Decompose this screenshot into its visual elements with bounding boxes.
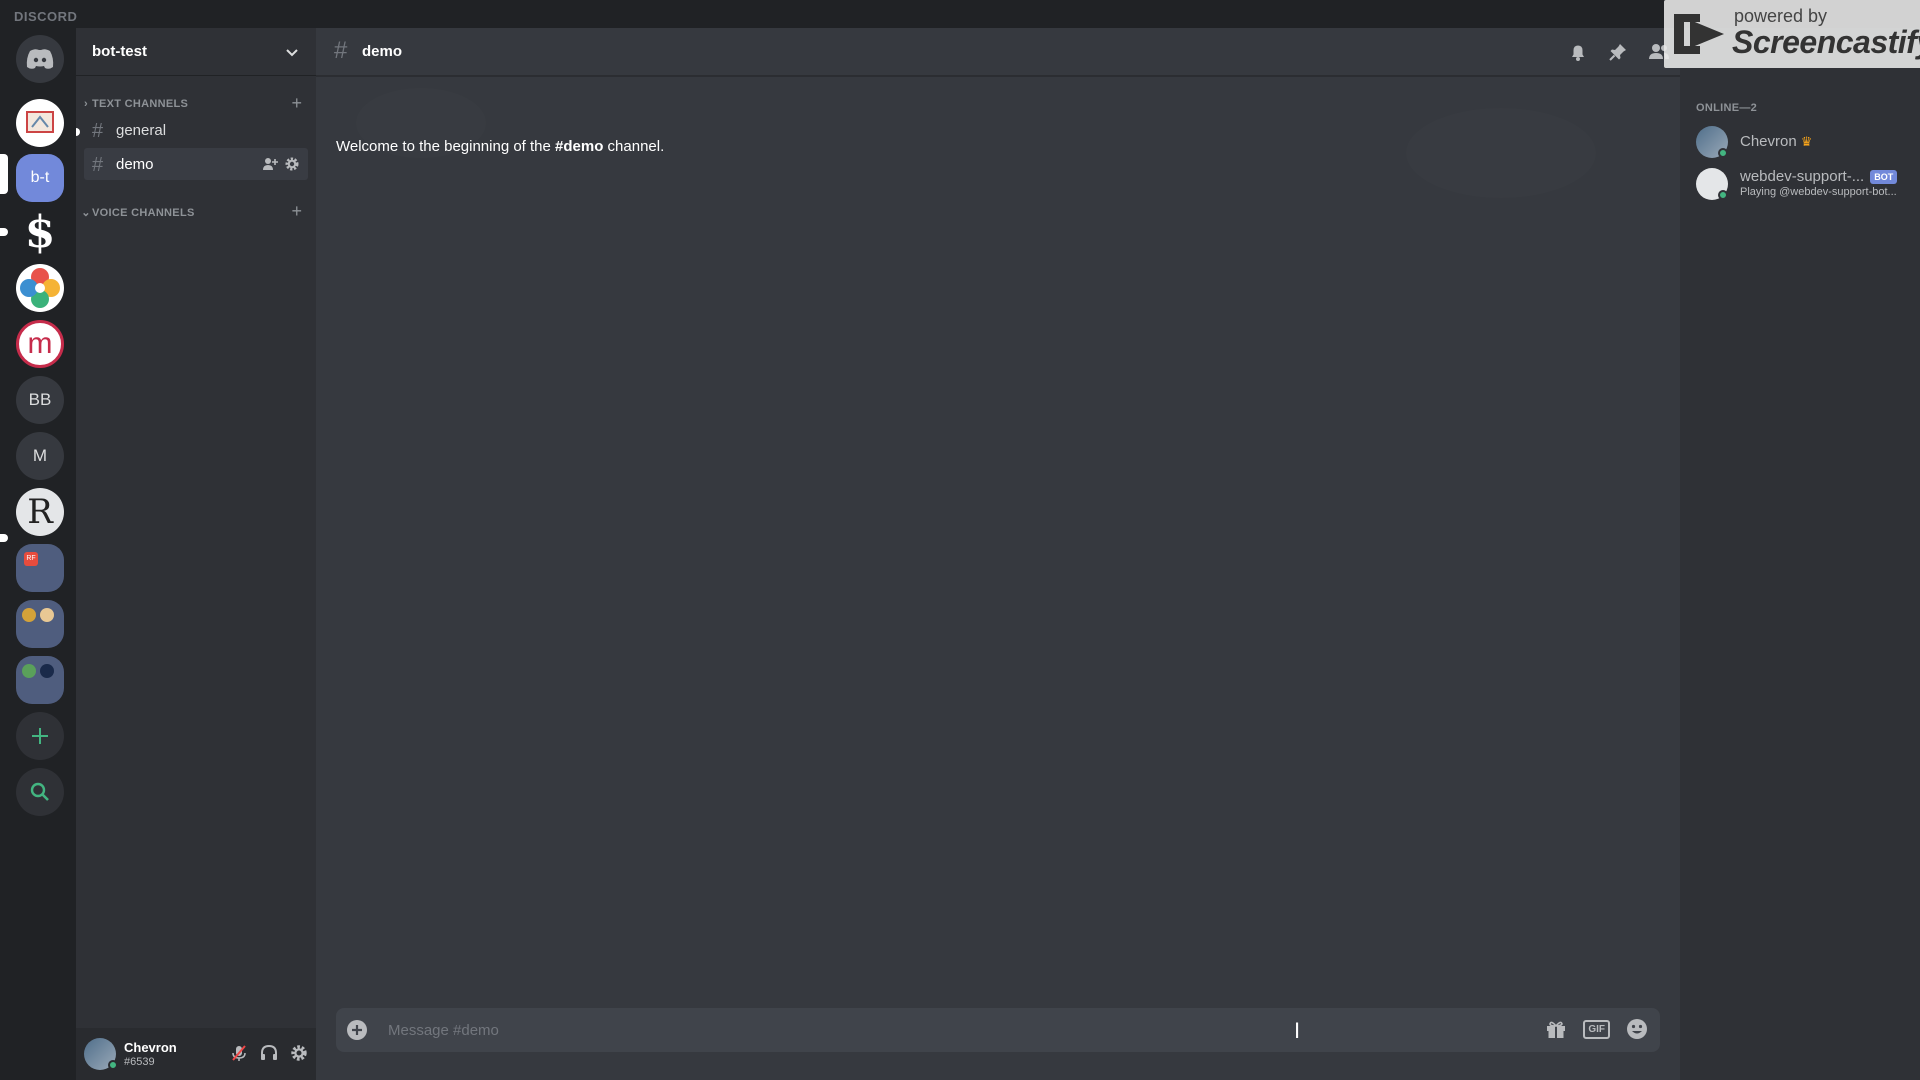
add-server-button[interactable] — [16, 712, 64, 760]
welcome-channel-mention: #demo — [555, 138, 604, 155]
title-bar: DISCORD — [6, 0, 1920, 28]
server-bb[interactable]: BB — [16, 376, 64, 424]
pin-icon[interactable] — [1608, 42, 1628, 62]
user-panel: Chevron #6539 — [76, 1028, 316, 1080]
folder-server-rf: RF — [24, 552, 38, 566]
server-unread-pill-2 — [0, 534, 8, 542]
hash-icon: # — [92, 154, 104, 176]
hash-icon: # — [334, 37, 348, 64]
discord-logo-icon — [26, 49, 54, 69]
search-icon — [30, 782, 49, 801]
text-cursor-icon: I — [1294, 1018, 1301, 1043]
category-text-channels[interactable]: › TEXT CHANNELS — [80, 98, 188, 110]
channel-sidebar: bot-test › TEXT CHANNELS + # general # de… — [76, 28, 316, 1080]
category-label: VOICE CHANNELS — [92, 207, 195, 219]
emoji-icon[interactable] — [1626, 1018, 1648, 1040]
user-name: Chevron — [124, 1040, 177, 1055]
chat-area: # demo Welcome to the beginning of the #… — [316, 28, 1680, 1080]
member-item[interactable]: webdev-support-... BOT Playing @webdev-su… — [1688, 162, 1912, 206]
server-rail: b-t $ m BB M R RF — [0, 28, 82, 1080]
user-settings-gear-icon[interactable] — [290, 1044, 308, 1062]
chevron-down-icon — [286, 49, 298, 57]
server-folder-3[interactable] — [16, 656, 64, 704]
chat-header: # demo — [316, 28, 1680, 76]
watermark-brand-text: Screencastify — [1732, 24, 1920, 60]
server-folder-1[interactable]: RF — [16, 544, 64, 592]
member-name: Chevron ♛ — [1740, 133, 1812, 150]
gear-icon[interactable] — [284, 156, 300, 172]
gif-button[interactable]: GIF — [1583, 1019, 1610, 1039]
headphones-icon[interactable] — [260, 1044, 278, 1062]
create-voice-channel-button[interactable]: + — [291, 202, 302, 220]
channel-label: demo — [116, 156, 154, 173]
server-bot-test[interactable]: b-t — [16, 154, 64, 202]
server-dollar[interactable]: $ — [16, 207, 64, 258]
server-image-icon — [26, 111, 54, 133]
bell-icon[interactable] — [1568, 42, 1588, 62]
pinwheel-icon — [19, 267, 61, 309]
channel-general[interactable]: # general — [84, 114, 308, 146]
member-name-text: webdev-support-... — [1740, 168, 1865, 185]
bot-badge: BOT — [1870, 170, 1898, 185]
server-m-logo[interactable]: m — [16, 320, 64, 368]
member-name: webdev-support-... BOT — [1740, 168, 1898, 185]
welcome-decoration — [1406, 108, 1596, 198]
category-label: TEXT CHANNELS — [92, 98, 189, 110]
guild-name: bot-test — [92, 43, 147, 60]
folder-server-thumb — [40, 608, 54, 622]
message-composer: GIF — [336, 1008, 1660, 1052]
welcome-text: Welcome to the beginning of the — [336, 138, 556, 155]
app-brand: DISCORD — [14, 9, 78, 24]
member-item[interactable]: Chevron ♛ — [1688, 120, 1912, 164]
server-pinwheel[interactable] — [16, 264, 64, 312]
hash-icon: # — [92, 120, 104, 142]
upload-plus-icon[interactable] — [346, 1019, 368, 1041]
message-input[interactable] — [388, 1008, 1488, 1052]
unread-indicator — [76, 128, 80, 136]
server-r-logo[interactable]: R — [16, 488, 64, 536]
create-text-channel-button[interactable]: + — [291, 94, 302, 112]
server-unread-pill — [0, 228, 8, 236]
member-activity: Playing @webdev-support-bot... — [1740, 186, 1897, 198]
server-folder-2[interactable] — [16, 600, 64, 648]
plus-icon — [32, 728, 48, 744]
category-voice-channels[interactable]: ⌄VOICE CHANNELS — [80, 206, 195, 219]
member-list: ONLINE—2 Chevron ♛ webdev-support-... BOT … — [1680, 28, 1920, 1080]
chevron-down-icon: ⌄ — [81, 207, 91, 219]
home-button[interactable] — [16, 35, 64, 83]
invite-icon[interactable] — [262, 156, 278, 172]
online-status-dot — [1718, 148, 1728, 158]
member-name-text: Chevron — [1740, 133, 1797, 150]
channel-demo[interactable]: # demo — [84, 148, 308, 180]
online-status-dot — [108, 1060, 118, 1070]
folder-server-thumb — [22, 608, 36, 622]
discord-app: DISCORD b-t $ m BB M R RF bot-test › TEX… — [0, 0, 1920, 1080]
welcome-message: Welcome to the beginning of the #demo ch… — [336, 138, 664, 155]
folder-server-thumb — [22, 664, 36, 678]
user-tag: #6539 — [124, 1056, 155, 1068]
folder-server-thumb — [40, 664, 54, 678]
online-header: ONLINE—2 — [1696, 102, 1758, 114]
mute-microphone-icon[interactable] — [230, 1044, 248, 1062]
chevron-down-icon: › — [84, 98, 88, 110]
crown-icon: ♛ — [1800, 134, 1813, 149]
selected-server-pill — [0, 154, 8, 194]
screencastify-play-icon — [1674, 14, 1724, 54]
welcome-text-end: channel. — [603, 138, 665, 155]
server-image[interactable] — [16, 99, 64, 147]
online-status-dot — [1718, 190, 1728, 200]
server-m[interactable]: M — [16, 432, 64, 480]
explore-servers-button[interactable] — [16, 768, 64, 816]
screencastify-watermark: powered by Screencastify — [1664, 0, 1920, 68]
gift-icon[interactable] — [1545, 1018, 1567, 1040]
guild-header[interactable]: bot-test — [76, 28, 316, 76]
channel-title: demo — [362, 43, 403, 60]
channel-label: general — [116, 122, 167, 139]
